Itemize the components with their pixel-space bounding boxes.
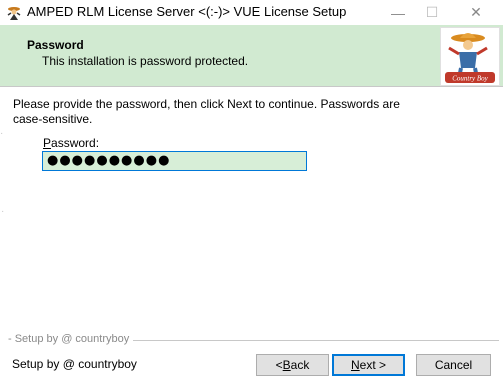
- logo-text: Country Boy: [452, 75, 488, 83]
- next-rest: ext >: [359, 358, 387, 372]
- country-boy-logo: Country Boy: [440, 27, 500, 86]
- footer-credit: Setup by @ countryboy: [12, 357, 137, 371]
- footer: Setup by @ countryboy < Back Next > Canc…: [0, 347, 503, 389]
- back-accel: B: [282, 358, 291, 372]
- separator-label: - Setup by @ countryboy: [8, 333, 130, 345]
- password-label-rest: assword:: [51, 136, 100, 150]
- password-field[interactable]: ●●●●●●●●●●: [42, 151, 307, 171]
- window-title: AMPED RLM License Server <(:-)> VUE Lice…: [27, 4, 347, 19]
- cancel-button[interactable]: Cancel: [416, 354, 491, 376]
- next-button[interactable]: Next >: [332, 354, 405, 376]
- separator-line: [133, 340, 499, 341]
- page-subtitle: This installation is password protected.: [42, 54, 249, 68]
- close-button[interactable]: ✕: [458, 0, 494, 25]
- instructions-text: Please provide the password, then click …: [13, 97, 400, 126]
- password-label-accel: P: [43, 136, 52, 150]
- minimize-button[interactable]: —: [380, 0, 416, 25]
- next-accel: N: [350, 358, 360, 372]
- back-button[interactable]: < Back: [256, 354, 329, 376]
- header-banner: Password This installation is password p…: [0, 25, 503, 87]
- faint-mark: ·: [0, 128, 4, 139]
- back-prefix: <: [275, 358, 283, 372]
- page-title: Password: [27, 38, 84, 52]
- cowboy-app-icon: [7, 7, 21, 20]
- faint-mark: ·: [1, 206, 5, 217]
- back-rest: ack: [290, 358, 310, 372]
- maximize-button[interactable]: ☐: [414, 0, 450, 25]
- title-bar: AMPED RLM License Server <(:-)> VUE Lice…: [0, 0, 503, 25]
- password-label: Password:: [43, 136, 99, 150]
